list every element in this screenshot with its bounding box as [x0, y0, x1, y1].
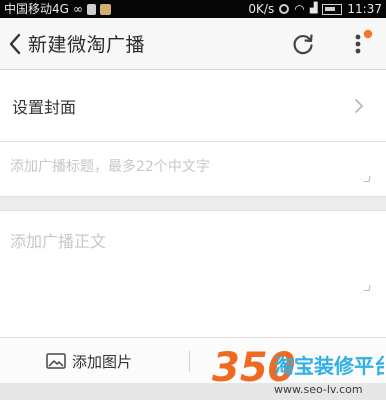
watermark-brand: 淘宝装修平台 [274, 354, 384, 378]
toolbar-separator [189, 351, 190, 372]
phone-icon [86, 3, 96, 15]
set-cover-row[interactable]: 设置封面 [0, 71, 386, 141]
broadcast-body-input[interactable] [0, 211, 386, 337]
chevron-right-icon [355, 99, 363, 113]
site-watermark-logo: 350 淘宝装修平台 www.seo-lv.com [212, 345, 384, 396]
watermark-url: www.seo-lv.com [274, 383, 363, 396]
broadcast-title-field [0, 142, 386, 196]
refresh-icon [293, 34, 313, 55]
more-vertical-icon [355, 29, 373, 54]
refresh-button[interactable] [290, 31, 316, 57]
broadcast-title-input[interactable] [0, 142, 386, 196]
alarm-icon [279, 4, 290, 14]
net-speed-label: 0K/s [248, 2, 275, 16]
clock-time: 11:37 [347, 2, 382, 16]
add-image-label: 添加图片 [72, 352, 133, 371]
broadcast-body-field [0, 211, 386, 337]
signal-icon: ▟ [309, 3, 318, 14]
battery-icon [322, 3, 343, 15]
resize-handle-icon [363, 285, 371, 291]
carrier-label: 中国移动4G [4, 2, 69, 16]
more-menu-button[interactable] [348, 28, 378, 60]
image-icon [46, 353, 66, 369]
infinity-icon: ∞ [72, 2, 83, 16]
chevron-left-icon [9, 33, 21, 54]
notification-dot [363, 29, 373, 39]
section-gap [0, 196, 386, 211]
wifi-icon: ◠ [294, 2, 305, 16]
status-bar: 中国移动4G ∞ 0K/s ◠ ▟ 11:37 [0, 0, 386, 18]
add-image-button[interactable]: 添加图片 [46, 348, 132, 374]
yen-icon [99, 3, 111, 15]
page-title: 新建微淘广播 [28, 34, 146, 56]
app-header: 新建微淘广播 [0, 18, 386, 70]
resize-handle-icon [363, 176, 371, 182]
back-button[interactable] [2, 18, 28, 70]
set-cover-label: 设置封面 [12, 98, 77, 117]
